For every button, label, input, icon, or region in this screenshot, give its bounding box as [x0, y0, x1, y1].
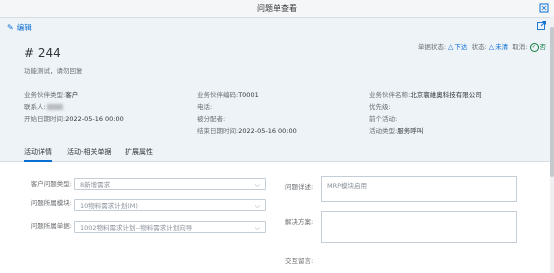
- tab-activity-details[interactable]: 活动详情: [24, 147, 52, 162]
- title-bar: 问题单查看: [0, 0, 554, 18]
- interaction-label: 交互留言:: [285, 257, 314, 265]
- assignee-label: 被分配者:: [197, 115, 226, 123]
- status-bar: 单据状态: △下达 状态: △未清 取消: ✓ 否: [418, 41, 546, 52]
- document-description: 功能测试，请勿回复: [24, 67, 83, 75]
- doc-status-label: 单据状态:: [417, 43, 447, 51]
- window-title: 问题单查看: [257, 4, 297, 13]
- solution-textarea[interactable]: [321, 211, 517, 243]
- end-date-value: 2022-05-16 00:00: [238, 127, 297, 135]
- object-header: ✎ 编辑 # 244 功能测试，请勿回复 单据状态: △下达 状态: △未清 取消: ✓…: [0, 18, 554, 142]
- issue-detail-textarea[interactable]: MRP模块启用: [321, 176, 517, 202]
- doc-status-value: 下达: [454, 43, 468, 51]
- triangle-icon: △: [488, 43, 495, 51]
- tab-extended-attributes[interactable]: 扩展属性: [125, 147, 153, 160]
- start-date-label: 开始日期时间:: [24, 115, 66, 123]
- prev-activity-field: 前个活动:: [369, 113, 397, 123]
- solution-label: 解决方案:: [285, 218, 314, 226]
- activity-type-value: 服务呼叫: [397, 127, 424, 135]
- edit-label: 编辑: [16, 23, 32, 32]
- issue-detail-label: 问题详述:: [285, 183, 314, 191]
- status-label: 状态:: [471, 43, 487, 51]
- issue-document-select[interactable]: 1002物料需求计划--物料需求计划向导 ⌵: [74, 221, 266, 233]
- partner-name-value: 北京寰維奧科技有限公司: [410, 91, 482, 99]
- share-icon[interactable]: [537, 21, 546, 33]
- contact-field: 联系人:: [24, 101, 63, 111]
- check-circle-icon: ✓: [529, 42, 539, 52]
- prev-activity-label: 前个活动:: [369, 115, 398, 123]
- partner-type-label: 业务伙伴类型:: [24, 91, 66, 99]
- customer-issue-type-label: 客户问题类型:: [30, 180, 72, 188]
- phone-label: 电话:: [197, 103, 213, 111]
- contact-label: 联系人:: [24, 103, 46, 111]
- tab-bar: 活动详情 活动-相关单据 扩展属性: [0, 142, 554, 162]
- contact-value-redacted: [46, 104, 63, 110]
- tab-related-documents[interactable]: 活动-相关单据: [67, 147, 112, 160]
- cancel-value: 否: [539, 43, 547, 51]
- partner-code-label: 业务伙伴编码:: [197, 91, 239, 99]
- issue-module-label: 问题所属模块:: [30, 199, 72, 207]
- triangle-icon: △: [448, 43, 454, 51]
- partner-type-value: 客户: [65, 91, 79, 99]
- issue-module-select[interactable]: 10物料需求计划(M) ⌵: [74, 199, 266, 211]
- chevron-down-icon: ⌵: [254, 202, 260, 210]
- end-date-field: 结束日期时间:2022-05-16 00:00: [197, 125, 297, 135]
- customer-issue-type-value: 8新增需求: [80, 181, 111, 189]
- partner-code-field: 业务伙伴编码:T0001: [197, 89, 259, 99]
- activity-type-field: 活动类型:服务呼叫: [369, 125, 423, 135]
- partner-name-label: 业务伙伴名称:: [369, 91, 411, 99]
- scrollbar[interactable]: [550, 17, 554, 273]
- scrollbar-thumb[interactable]: [550, 27, 554, 177]
- status-value: 未清: [495, 43, 509, 51]
- end-date-label: 结束日期时间:: [197, 127, 239, 135]
- partner-name-field: 业务伙伴名称:北京寰維奧科技有限公司: [369, 89, 482, 99]
- document-number: # 244: [24, 46, 61, 60]
- partner-type-field: 业务伙伴类型:客户: [24, 89, 78, 99]
- issue-module-value: 10物料需求计划(M): [80, 202, 138, 210]
- exit-fullscreen-icon[interactable]: [539, 3, 549, 13]
- start-date-value: 2022-05-16 00:00: [65, 115, 124, 123]
- issue-document-label: 问题所属单据:: [30, 222, 72, 230]
- issue-document-value: 1002物料需求计划--物料需求计划向导: [80, 224, 193, 232]
- edit-button[interactable]: ✎ 编辑: [7, 22, 32, 33]
- priority-field: 优先级:: [369, 101, 391, 111]
- start-date-field: 开始日期时间:2022-05-16 00:00: [24, 113, 124, 123]
- customer-issue-type-select[interactable]: 8新增需求 ⌵: [74, 178, 266, 190]
- activity-type-label: 活动类型:: [369, 127, 398, 135]
- priority-label: 优先级:: [369, 103, 391, 111]
- phone-field: 电话:: [197, 101, 212, 111]
- cancel-label: 取消:: [512, 43, 528, 51]
- partner-code-value: T0001: [238, 91, 259, 99]
- pencil-icon: ✎: [7, 23, 14, 32]
- assignee-field: 被分配者:: [197, 113, 225, 123]
- chevron-down-icon: ⌵: [254, 224, 260, 232]
- chevron-down-icon: ⌵: [254, 181, 260, 189]
